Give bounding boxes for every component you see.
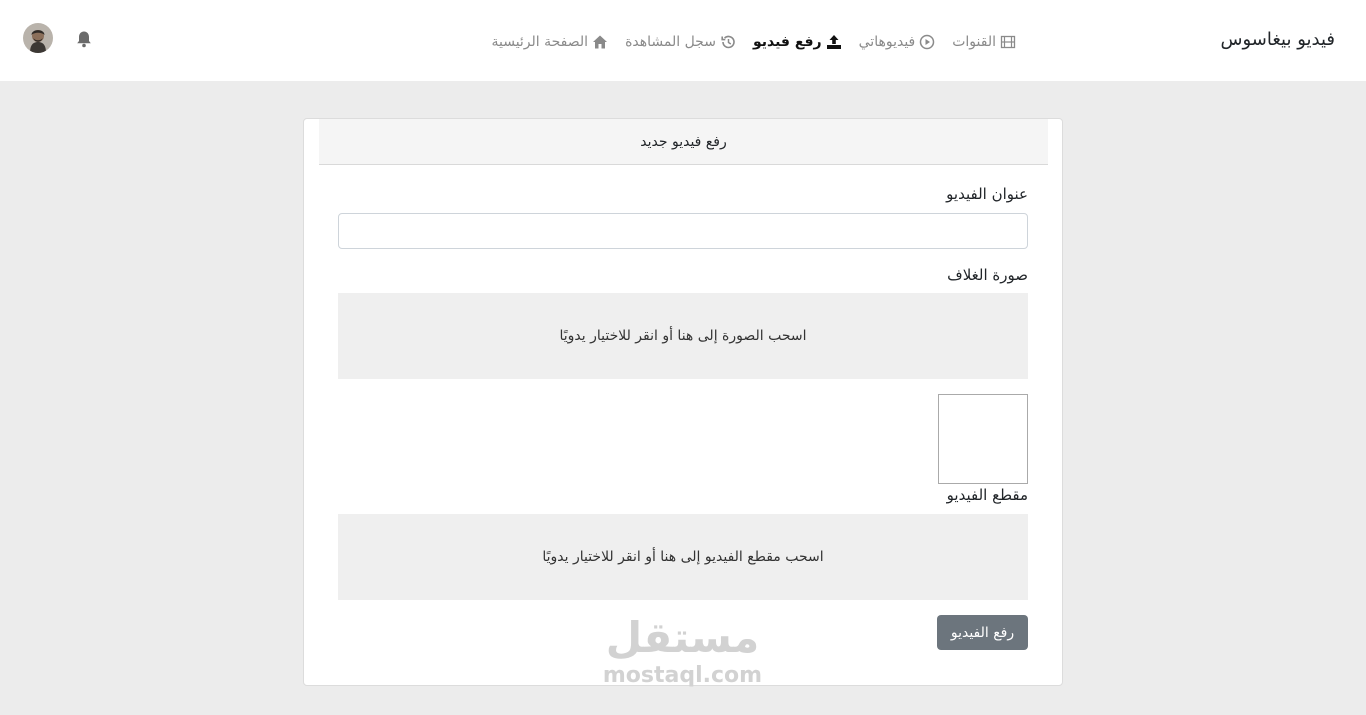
nav-item-upload-label: رفع فيديو <box>752 34 822 50</box>
cover-image-dropzone[interactable]: اسحب الصورة إلى هنا أو انقر للاختيار يدو… <box>338 293 1028 379</box>
upload-icon <box>826 35 841 49</box>
card-header: رفع فيديو جديد <box>319 119 1048 165</box>
history-icon <box>721 35 735 49</box>
upload-video-button[interactable]: رفع الفيديو <box>937 615 1028 650</box>
user-avatar[interactable] <box>23 23 53 53</box>
top-navbar: فيديو بيغاسوس الصفحة الرئيسية سجل المشاه… <box>0 0 1366 81</box>
play-circle-icon <box>919 34 935 50</box>
nav-item-channels-label: القنوات <box>952 34 996 50</box>
upload-card: رفع فيديو جديد عنوان الفيديو صورة الغلاف… <box>303 118 1063 686</box>
nav-item-upload[interactable]: رفع فيديو <box>753 34 842 50</box>
brand-title[interactable]: فيديو بيغاسوس <box>1221 29 1335 50</box>
nav-item-my-videos-label: فيديوهاتي <box>858 34 916 50</box>
nav-item-home-label: الصفحة الرئيسية <box>491 34 589 50</box>
nav-item-channels[interactable]: القنوات <box>952 34 1016 50</box>
main-nav: الصفحة الرئيسية سجل المشاهدة رفع فيديو ف… <box>474 34 1016 50</box>
nav-item-history[interactable]: سجل المشاهدة <box>625 34 736 50</box>
nav-item-my-videos[interactable]: فيديوهاتي <box>859 34 936 50</box>
cover-image-label: صورة الغلاف <box>947 266 1028 284</box>
video-clip-label: مقطع الفيديو <box>946 486 1028 504</box>
video-title-input[interactable] <box>338 213 1028 249</box>
bell-icon[interactable] <box>74 29 94 49</box>
nav-item-home[interactable]: الصفحة الرئيسية <box>491 34 608 50</box>
avatar-image <box>23 23 53 53</box>
video-title-label: عنوان الفيديو <box>946 185 1028 203</box>
home-icon <box>593 35 608 49</box>
cover-image-preview <box>938 394 1028 484</box>
nav-item-history-label: سجل المشاهدة <box>625 34 716 50</box>
film-icon <box>1000 35 1016 49</box>
video-clip-dropzone[interactable]: اسحب مقطع الفيديو إلى هنا أو انقر للاختي… <box>338 514 1028 600</box>
